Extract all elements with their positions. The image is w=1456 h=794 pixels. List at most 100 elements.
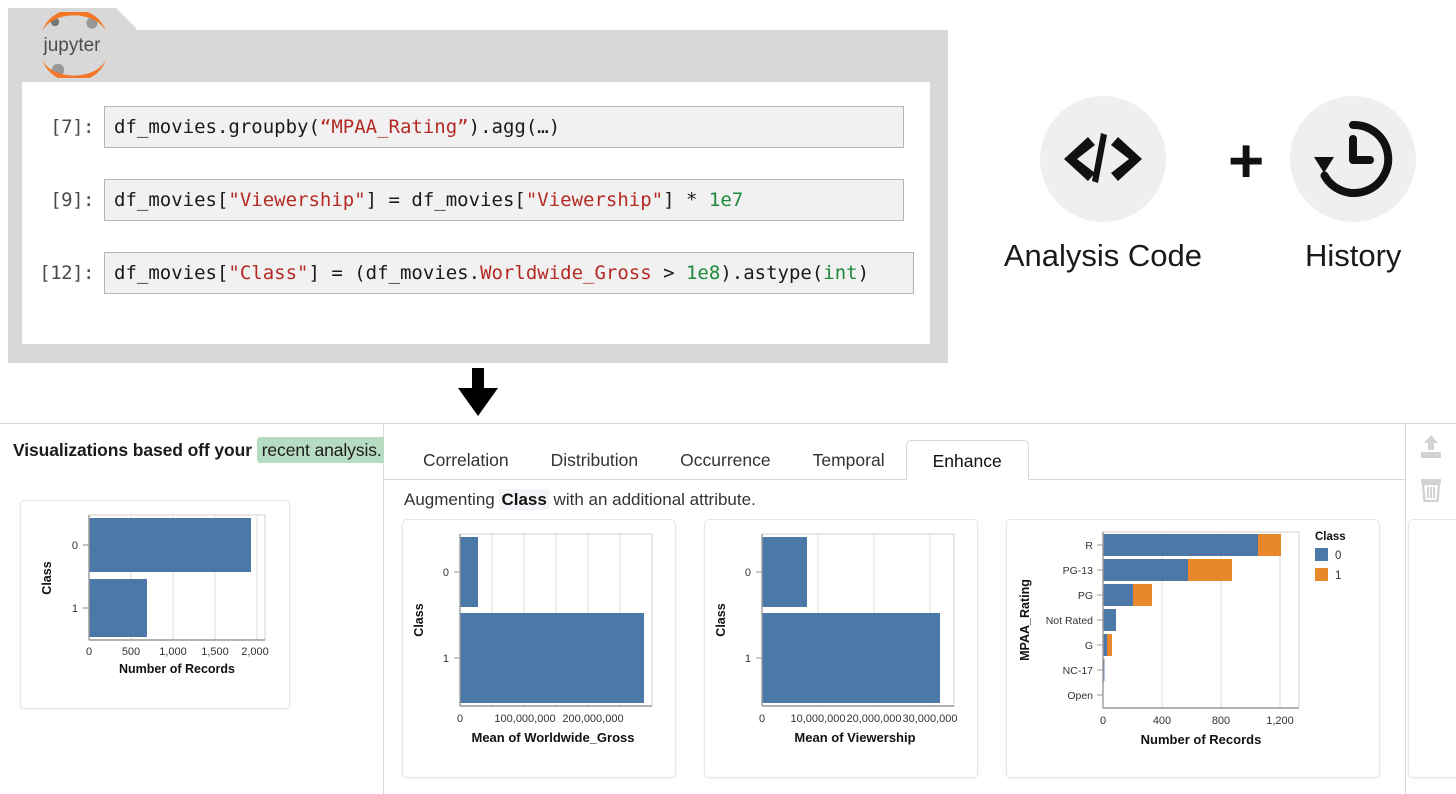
code-token: ] = df_movies[ bbox=[365, 189, 526, 211]
analysis-code-label: Analysis Code bbox=[1003, 238, 1202, 273]
subtitle-post: with an additional attribute. bbox=[548, 490, 756, 509]
svg-text:Class: Class bbox=[714, 603, 728, 636]
svg-text:Class: Class bbox=[412, 603, 426, 636]
chart-card-worldwide-gross[interactable]: 0 1 Class 0 100,000,000 200,000,000 Mean… bbox=[402, 519, 676, 778]
sidebar-title-highlight: recent analysis. bbox=[256, 437, 387, 463]
code-token: ] = (df_movies. bbox=[308, 262, 481, 284]
notebook-cell[interactable]: [9]: df_movies["Viewership"] = df_movies… bbox=[22, 179, 904, 221]
cell-prompt-2: [12]: bbox=[39, 262, 94, 284]
svg-text:20,000,000: 20,000,000 bbox=[846, 713, 901, 725]
svg-text:PG-13: PG-13 bbox=[1063, 565, 1094, 577]
svg-text:R: R bbox=[1085, 540, 1093, 552]
code-token: “MPAA_Rating” bbox=[319, 116, 469, 138]
subtitle-pre: Augmenting bbox=[404, 490, 500, 509]
svg-text:1: 1 bbox=[443, 653, 449, 665]
svg-text:1: 1 bbox=[72, 603, 78, 615]
svg-text:0: 0 bbox=[745, 567, 751, 579]
cell-prompt-1: [9]: bbox=[50, 189, 94, 211]
code-token: "Class" bbox=[228, 262, 309, 284]
svg-text:1,500: 1,500 bbox=[201, 646, 229, 658]
code-token: ).agg(…) bbox=[468, 116, 561, 138]
code-token: df_movies[ bbox=[114, 189, 229, 211]
code-token: 1e7 bbox=[708, 189, 744, 211]
tab-bar: Correlation Distribution Occurrence Temp… bbox=[384, 424, 1405, 480]
notebook-cells-area: [7]: df_movies.groupby(“MPAA_Rating”).ag… bbox=[22, 82, 930, 344]
code-token: ] * bbox=[663, 189, 709, 211]
cell-source-1[interactable]: df_movies["Viewership"] = df_movies["Vie… bbox=[104, 179, 904, 221]
svg-text:NC-17: NC-17 bbox=[1063, 665, 1094, 677]
svg-text:1,000: 1,000 bbox=[159, 646, 187, 658]
sidebar-chart-card[interactable]: 0 1 Class 0 500 1,000 1,500 2,000 Number… bbox=[20, 500, 290, 709]
svg-text:0: 0 bbox=[72, 540, 78, 552]
svg-text:800: 800 bbox=[1212, 715, 1230, 727]
tab-occurrence[interactable]: Occurrence bbox=[659, 440, 791, 480]
code-token: "Viewership" bbox=[228, 189, 366, 211]
history-concept: History bbox=[1290, 96, 1417, 274]
jupyter-logo-icon: jupyter bbox=[30, 12, 118, 78]
svg-text:Mean of Worldwide_Gross: Mean of Worldwide_Gross bbox=[471, 730, 634, 745]
chart-cards: 0 1 Class 0 100,000,000 200,000,000 Mean… bbox=[402, 519, 1456, 779]
code-token: ) bbox=[857, 262, 870, 284]
main-panel: Correlation Distribution Occurrence Temp… bbox=[384, 424, 1456, 794]
svg-text:Class: Class bbox=[1315, 531, 1346, 543]
mean-viewership-chart: 0 1 Class 0 10,000,000 20,000,000 30,000… bbox=[714, 533, 958, 745]
code-token: 1e8 bbox=[685, 262, 721, 284]
mean-worldwide-gross-chart: 0 1 Class 0 100,000,000 200,000,000 Mean… bbox=[412, 533, 653, 745]
panel-subtitle: Augmenting Class with an additional attr… bbox=[404, 489, 756, 510]
svg-text:Number of Records: Number of Records bbox=[119, 662, 235, 676]
code-token: Worldwide_Gross bbox=[480, 262, 652, 284]
svg-text:0: 0 bbox=[1100, 715, 1106, 727]
chart-card-mpaa-rating[interactable]: R PG-13 PG Not Rated G NC-17 Open MPAA_R… bbox=[1006, 519, 1380, 778]
subtitle-attribute: Class bbox=[499, 489, 549, 510]
sidebar-panel: Visualizations based off your recent ana… bbox=[0, 424, 387, 794]
svg-text:200,000,000: 200,000,000 bbox=[562, 713, 623, 725]
svg-text:jupyter: jupyter bbox=[42, 35, 101, 56]
code-token: df_movies[ bbox=[114, 262, 229, 284]
svg-text:0: 0 bbox=[759, 713, 765, 725]
svg-text:1: 1 bbox=[1335, 570, 1341, 582]
screenshot-root: jupyter [7]: df_movies.groupby(“MPAA_Rat… bbox=[0, 0, 1456, 794]
sidebar-title-prefix: Visualizations based off your bbox=[13, 440, 257, 460]
svg-text:500: 500 bbox=[122, 646, 140, 658]
svg-text:G: G bbox=[1085, 640, 1093, 652]
notebook-cell[interactable]: [7]: df_movies.groupby(“MPAA_Rating”).ag… bbox=[22, 106, 904, 148]
svg-text:10,000,000: 10,000,000 bbox=[790, 713, 845, 725]
concept-icons: Analysis Code + History bbox=[975, 70, 1445, 300]
svg-text:400: 400 bbox=[1153, 715, 1171, 727]
notebook-cell[interactable]: [12]: df_movies["Class"] = (df_movies. Wo… bbox=[22, 252, 914, 294]
upload-icon[interactable] bbox=[1414, 430, 1448, 464]
tab-temporal[interactable]: Temporal bbox=[792, 440, 906, 480]
down-arrow-icon bbox=[452, 366, 504, 418]
visualization-app-panel: Visualizations based off your recent ana… bbox=[0, 423, 1456, 794]
tab-enhance[interactable]: Enhance bbox=[905, 440, 1029, 480]
svg-text:0: 0 bbox=[1335, 550, 1341, 562]
svg-text:2,000: 2,000 bbox=[241, 646, 269, 658]
svg-text:Number of Records: Number of Records bbox=[1141, 732, 1262, 747]
svg-text:Mean of Viewership: Mean of Viewership bbox=[794, 730, 915, 745]
tab-distribution[interactable]: Distribution bbox=[530, 440, 660, 480]
svg-text:PG: PG bbox=[1078, 590, 1093, 602]
chart-card-next-partial[interactable] bbox=[1408, 519, 1456, 778]
svg-text:Open: Open bbox=[1067, 690, 1093, 702]
tab-correlation[interactable]: Correlation bbox=[402, 440, 530, 480]
svg-text:1,200: 1,200 bbox=[1266, 715, 1294, 727]
code-token: > bbox=[651, 262, 686, 284]
plus-sign: + bbox=[1227, 127, 1265, 196]
sidebar-title: Visualizations based off your recent ana… bbox=[13, 437, 387, 463]
chart-card-viewership[interactable]: 0 1 Class 0 10,000,000 20,000,000 30,000… bbox=[704, 519, 978, 778]
code-brackets-icon bbox=[1039, 96, 1166, 222]
svg-text:100,000,000: 100,000,000 bbox=[494, 713, 555, 725]
history-label: History bbox=[1304, 238, 1402, 273]
code-token: ).astype( bbox=[720, 262, 824, 284]
analysis-code-concept: Analysis Code bbox=[1004, 96, 1202, 274]
clock-history-icon bbox=[1290, 96, 1417, 222]
sidebar-class-count-chart: 0 1 Class 0 500 1,000 1,500 2,000 Number… bbox=[40, 514, 269, 676]
svg-text:0: 0 bbox=[457, 713, 463, 725]
trash-icon[interactable] bbox=[1414, 472, 1448, 506]
jupyter-notebook-card: jupyter [7]: df_movies.groupby(“MPAA_Rat… bbox=[8, 8, 948, 363]
code-token: df_movies.groupby( bbox=[114, 116, 320, 138]
svg-text:0: 0 bbox=[443, 567, 449, 579]
cell-source-2[interactable]: df_movies["Class"] = (df_movies. Worldwid… bbox=[104, 252, 914, 294]
cell-source-0[interactable]: df_movies.groupby(“MPAA_Rating”).agg(…) bbox=[104, 106, 904, 148]
svg-text:30,000,000: 30,000,000 bbox=[902, 713, 957, 725]
